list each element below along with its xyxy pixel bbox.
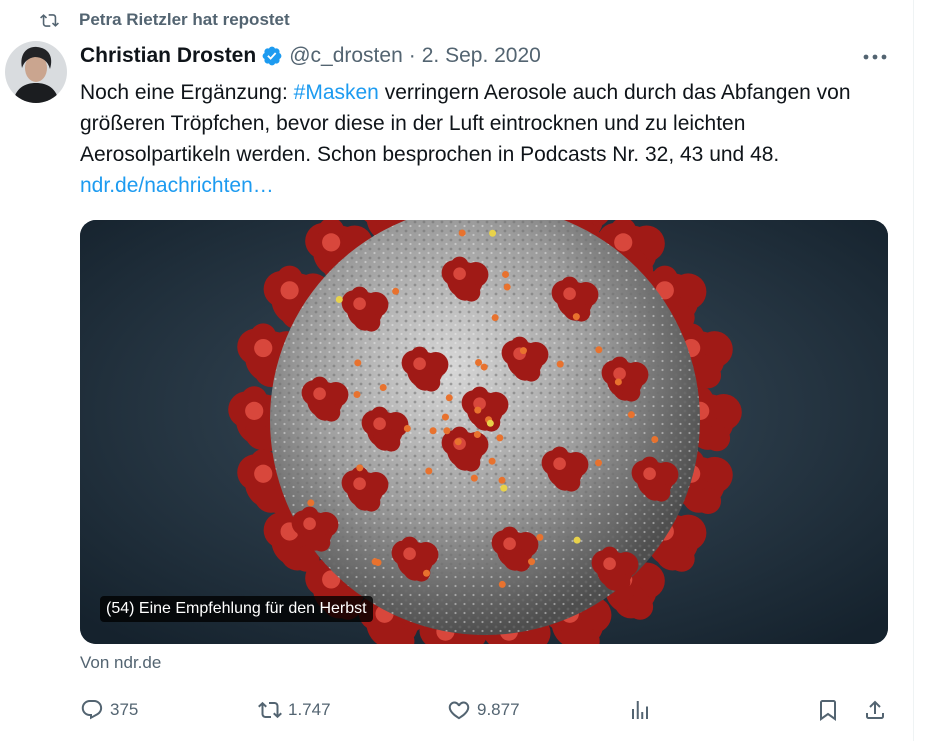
surface-protein-dot [459,229,466,236]
surface-protein-dot [520,347,527,354]
repost-text: Petra Rietzler hat repostet [79,10,290,30]
media-caption: (54) Eine Empfehlung für den Herbst [100,596,373,622]
repost-button[interactable]: 1.747 [258,690,331,730]
like-button[interactable]: 9.877 [447,690,520,730]
hashtag-link[interactable]: #Masken [294,81,379,104]
surface-protein-dot [356,464,363,471]
surface-protein-dot [392,288,399,295]
share-button[interactable] [863,690,893,730]
bookmark-icon [816,698,840,722]
surface-protein-dot [430,427,437,434]
more-options-icon[interactable] [860,46,890,68]
surface-protein-dot [536,534,543,541]
surface-protein-dot [595,459,602,466]
surface-protein-dot [307,499,314,506]
surface-protein-dot [574,537,581,544]
verified-badge-icon[interactable] [261,45,283,67]
avatar[interactable] [5,41,67,103]
tweet-text-intro: Noch eine Ergänzung: [80,81,294,104]
tweet-header: Christian Drosten @c_drosten · 2. Sep. 2… [80,41,887,71]
surface-protein-dot [500,485,507,492]
reply-count: 375 [110,700,138,720]
author-name[interactable]: Christian Drosten [80,44,256,68]
repost-icon [40,11,59,30]
like-count: 9.877 [477,700,520,720]
surface-protein-dot [423,570,430,577]
surface-protein-dot [481,364,488,371]
reply-icon [80,698,104,722]
link-card-media[interactable]: (54) Eine Empfehlung für den Herbst [80,220,888,644]
surface-protein-dot [404,425,411,432]
surface-protein-dot [628,411,635,418]
tweet-date[interactable]: 2. Sep. 2020 [422,44,541,68]
separator-dot: · [409,44,416,68]
views-button[interactable] [628,690,658,730]
virus-image [80,220,888,644]
surface-protein-dot [442,414,449,421]
surface-protein-dot [336,296,343,303]
surface-protein-dot [492,314,499,321]
surface-protein-dot [499,477,506,484]
surface-protein-dot [502,271,509,278]
surface-protein-dot [489,458,496,465]
surface-protein-dot [443,427,450,434]
surface-protein-dot [487,420,494,427]
surface-protein-dot [651,436,658,443]
repost-indicator[interactable]: Petra Rietzler hat repostet [40,10,290,30]
action-bar: 375 1.747 9.877 [80,690,892,730]
surface-protein-dot [499,581,506,588]
surface-protein-dot [474,431,481,438]
author-handle[interactable]: @c_drosten [289,44,403,68]
surface-protein-dot [455,438,462,445]
surface-protein-dot [615,378,622,385]
surface-protein-dot [372,558,379,565]
surface-protein-dot [557,361,564,368]
surface-protein-dot [474,407,481,414]
tweet-text: Noch eine Ergänzung: #Masken verringern … [80,77,880,201]
surface-protein-dot [380,384,387,391]
surface-protein-dot [446,394,453,401]
repost-count: 1.747 [288,700,331,720]
external-link[interactable]: ndr.de/nachrichten… [80,174,274,197]
reply-button[interactable]: 375 [80,690,138,730]
surface-protein-dot [425,468,432,475]
surface-protein-dot [471,475,478,482]
share-icon [863,698,887,722]
surface-protein-dot [595,346,602,353]
bookmark-button[interactable] [816,690,846,730]
surface-protein-dot [504,284,511,291]
timeline-border [913,0,914,741]
surface-protein-dot [489,230,496,237]
heart-icon [447,698,471,722]
surface-protein-dot [496,434,503,441]
surface-protein-dot [475,359,482,366]
surface-protein-dot [353,391,360,398]
surface-protein-dot [528,558,535,565]
link-source[interactable]: Von ndr.de [80,653,161,673]
bar-chart-icon [628,698,652,722]
surface-protein-dot [573,313,580,320]
surface-protein-dot [354,359,361,366]
repost-icon [258,698,282,722]
